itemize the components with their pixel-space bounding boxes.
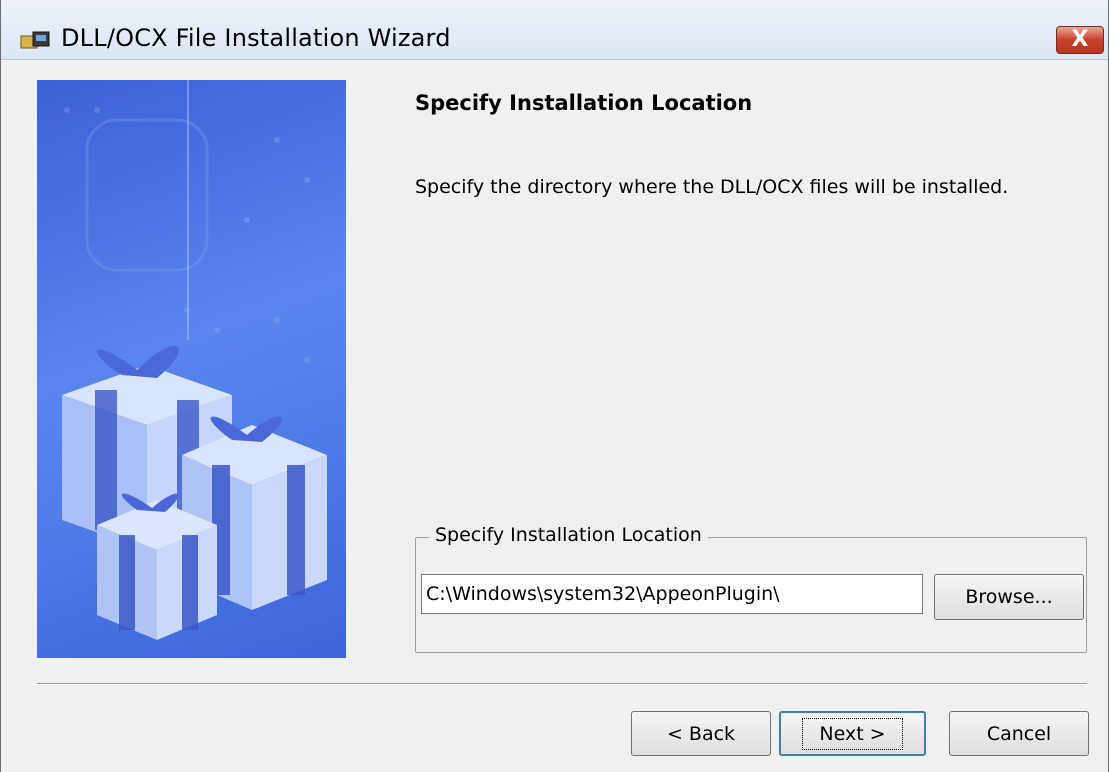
back-button-label: < Back <box>666 722 736 745</box>
page-description: Specify the directory where the DLL/OCX … <box>415 176 1009 198</box>
setup-gift-icon <box>20 31 50 49</box>
install-path-input[interactable] <box>421 574 923 614</box>
next-button[interactable]: Next > <box>779 711 926 756</box>
window-title: DLL/OCX File Installation Wizard <box>61 24 451 52</box>
title-bar[interactable]: DLL/OCX File Installation Wizard X <box>1 0 1108 60</box>
browse-button[interactable]: Browse... <box>934 574 1084 620</box>
cancel-button-label: Cancel <box>986 722 1052 745</box>
page-heading: Specify Installation Location <box>415 91 753 115</box>
back-button[interactable]: < Back <box>631 711 771 756</box>
gift-boxes-illustration <box>37 80 346 658</box>
browse-button-label: Browse... <box>965 586 1053 608</box>
footer-separator <box>37 683 1087 685</box>
wizard-window: DLL/OCX File Installation Wizard X Speci… <box>0 0 1109 772</box>
next-button-label: Next > <box>802 717 903 750</box>
close-button[interactable]: X <box>1056 26 1104 54</box>
location-groupbox-label: Specify Installation Location <box>429 524 708 546</box>
close-icon: X <box>1071 27 1089 52</box>
cancel-button[interactable]: Cancel <box>949 711 1089 756</box>
